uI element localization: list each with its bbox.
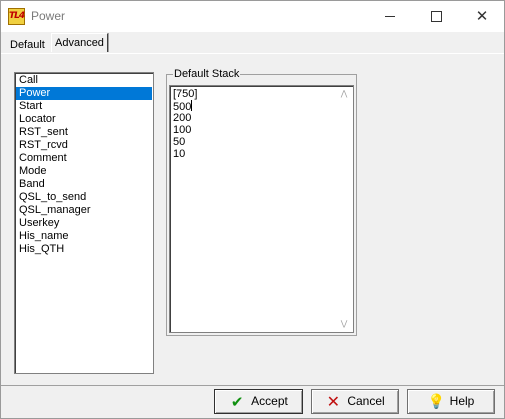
default-stack-lines: [750] 500 200 100 50 10	[173, 88, 197, 160]
memo-scrollbar[interactable]: ⋀ ⋁	[337, 88, 351, 330]
accept-button-label: Accept	[251, 394, 288, 408]
field-list[interactable]: Call Power Start Locator RST_sent RST_rcvd Com…	[14, 72, 154, 374]
power-dialog: TL4 Power ✕ Default Advanced Call Power St…	[0, 0, 505, 419]
help-button-label: Help	[449, 394, 475, 408]
field-list-item[interactable]: RST_sent	[16, 126, 152, 139]
default-stack-line-text: 100	[173, 124, 192, 136]
field-list-item[interactable]: QSL_manager	[16, 204, 152, 217]
field-list-item[interactable]: Locator	[16, 113, 152, 126]
minimize-icon	[385, 16, 395, 17]
maximize-button[interactable]	[413, 1, 459, 32]
default-stack-line-text: 50	[173, 136, 186, 148]
close-button[interactable]: ✕	[459, 1, 504, 32]
tab-advanced[interactable]: Advanced	[51, 33, 108, 52]
field-list-item[interactable]: His_QTH	[16, 243, 152, 256]
field-list-item[interactable]: RST_rcvd	[16, 139, 152, 152]
button-bar-separator	[1, 385, 504, 386]
tab-default[interactable]: Default	[6, 37, 49, 53]
tab-divider	[1, 53, 504, 54]
minimize-button[interactable]	[367, 1, 413, 32]
field-list-item[interactable]: Start	[16, 100, 152, 113]
lightbulb-icon: 💡	[427, 393, 446, 410]
cross-icon: ✕	[326, 391, 341, 411]
cancel-button-label: Cancel	[347, 394, 385, 408]
tab-strip: Default Advanced	[1, 32, 504, 54]
field-list-item[interactable]: His_name	[16, 230, 152, 243]
window-title: Power	[31, 9, 66, 23]
default-stack-line-text: 200	[173, 112, 192, 124]
default-stack-line: 50	[173, 136, 197, 148]
field-list-item[interactable]: QSL_to_send	[16, 191, 152, 204]
text-caret	[191, 100, 193, 111]
default-stack-group: Default Stack [750] 500 200 100 50 10 ⋀ ⋁	[166, 68, 357, 336]
field-list-item[interactable]: Userkey	[16, 217, 152, 230]
field-list-item[interactable]: Power	[16, 87, 152, 100]
scroll-down-arrow-icon[interactable]: ⋁	[337, 318, 351, 330]
default-stack-line: 10	[173, 148, 197, 160]
default-stack-line: 100	[173, 124, 197, 136]
maximize-icon	[430, 11, 442, 22]
default-stack-line: 200	[173, 112, 197, 124]
close-icon: ✕	[475, 7, 489, 25]
cancel-button[interactable]: ✕ Cancel	[311, 389, 399, 414]
accept-button[interactable]: ✔ Accept	[214, 389, 303, 414]
scroll-up-arrow-icon[interactable]: ⋀	[337, 88, 351, 100]
title-bar[interactable]: TL4 Power ✕	[1, 1, 504, 32]
default-stack-line-text: 10	[173, 148, 186, 160]
default-stack-line-text: [750]	[173, 88, 198, 100]
checkmark-icon: ✔	[230, 392, 244, 411]
default-stack-memo[interactable]: [750] 500 200 100 50 10 ⋀ ⋁	[169, 85, 354, 333]
field-list-item[interactable]: Band	[16, 178, 152, 191]
help-button[interactable]: 💡 Help	[407, 389, 495, 414]
field-list-item[interactable]: Comment	[16, 152, 152, 165]
field-list-item[interactable]: Mode	[16, 165, 152, 178]
default-stack-line: [750]	[173, 88, 197, 100]
default-stack-line: 500	[173, 100, 197, 113]
default-stack-label: Default Stack	[173, 68, 241, 80]
app-logo-icon: TL4	[8, 8, 25, 25]
field-list-item[interactable]: Call	[16, 74, 152, 87]
